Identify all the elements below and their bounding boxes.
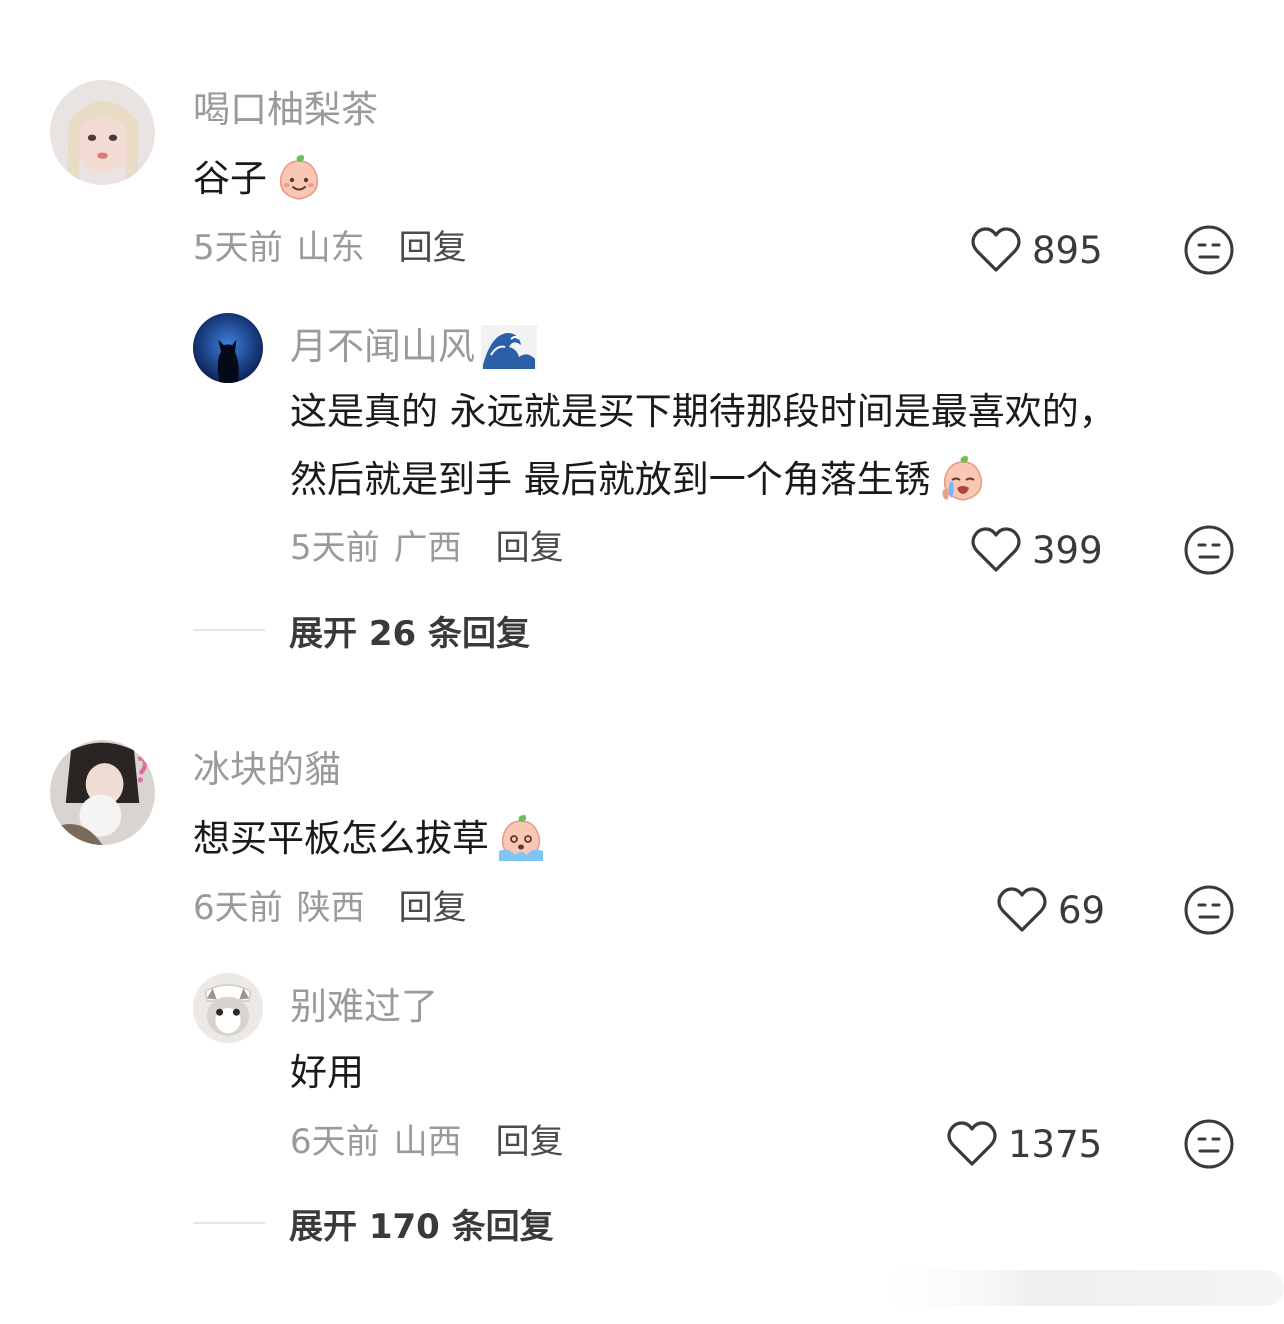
like-button[interactable]: 895 bbox=[970, 222, 1103, 278]
location: 广西 bbox=[393, 528, 462, 568]
timestamp: 6天前 bbox=[193, 888, 283, 928]
like-count: 399 bbox=[1032, 528, 1103, 572]
timestamp: 6天前 bbox=[290, 1122, 380, 1162]
like-button[interactable]: 399 bbox=[970, 522, 1103, 578]
location: 山西 bbox=[393, 1122, 462, 1162]
avatar[interactable] bbox=[193, 313, 263, 383]
heart-icon bbox=[971, 527, 1021, 572]
wave-emoji bbox=[481, 325, 537, 369]
username[interactable]: 月不闻山风 bbox=[290, 325, 537, 369]
avatar[interactable] bbox=[50, 740, 155, 845]
avatar[interactable] bbox=[193, 973, 263, 1043]
dislike-face-icon[interactable] bbox=[1183, 524, 1235, 576]
comment-text: 想买平板怎么拔草 bbox=[193, 805, 547, 873]
like-count: 69 bbox=[1058, 888, 1106, 932]
username[interactable]: 喝口柚梨茶 bbox=[193, 88, 378, 132]
username[interactable]: 别难过了 bbox=[290, 985, 438, 1029]
expand-replies-button[interactable]: 展开 26 条回复 bbox=[193, 608, 530, 654]
heart-icon bbox=[971, 227, 1021, 272]
peach-smile-emoji bbox=[273, 153, 325, 205]
reply-button[interactable]: 回复 bbox=[496, 526, 564, 570]
location: 陕西 bbox=[296, 888, 365, 928]
like-count: 895 bbox=[1032, 228, 1103, 272]
watermark bbox=[864, 1270, 1284, 1306]
peach-tears-emoji bbox=[495, 813, 547, 865]
divider bbox=[193, 629, 265, 631]
reply-button[interactable]: 回复 bbox=[496, 1120, 564, 1164]
comment-meta: 6天前 陕西 回复 bbox=[193, 886, 467, 930]
comment-meta: 5天前 广西 回复 bbox=[290, 526, 564, 570]
dislike-face-icon[interactable] bbox=[1183, 884, 1235, 936]
dislike-face-icon[interactable] bbox=[1183, 224, 1235, 276]
divider bbox=[193, 1222, 265, 1224]
reply-button[interactable]: 回复 bbox=[399, 886, 467, 930]
comment-meta: 5天前 山东 回复 bbox=[193, 226, 467, 270]
username[interactable]: 冰块的貓 bbox=[193, 748, 341, 792]
timestamp: 5天前 bbox=[193, 228, 283, 268]
timestamp: 5天前 bbox=[290, 528, 380, 568]
expand-replies-button[interactable]: 展开 170 条回复 bbox=[193, 1201, 554, 1247]
comment-text: 好用 bbox=[290, 1051, 364, 1094]
comment-meta: 6天前 山西 回复 bbox=[290, 1120, 564, 1164]
reply-button[interactable]: 回复 bbox=[399, 226, 467, 270]
dislike-face-icon[interactable] bbox=[1183, 1118, 1235, 1170]
avatar[interactable] bbox=[50, 80, 155, 185]
like-button[interactable]: 1375 bbox=[946, 1116, 1102, 1172]
comment-text: 谷子 bbox=[193, 145, 325, 213]
like-button[interactable]: 69 bbox=[996, 882, 1105, 938]
comment-text: 这是真的 永远就是买下期待那段时间是最喜欢的， 然后就是到手 最后就放到一个角落… bbox=[290, 378, 1116, 514]
heart-icon bbox=[997, 887, 1047, 932]
location: 山东 bbox=[296, 228, 365, 268]
like-count: 1375 bbox=[1008, 1122, 1103, 1166]
peach-cry-emoji bbox=[937, 454, 989, 506]
heart-icon bbox=[947, 1121, 997, 1166]
